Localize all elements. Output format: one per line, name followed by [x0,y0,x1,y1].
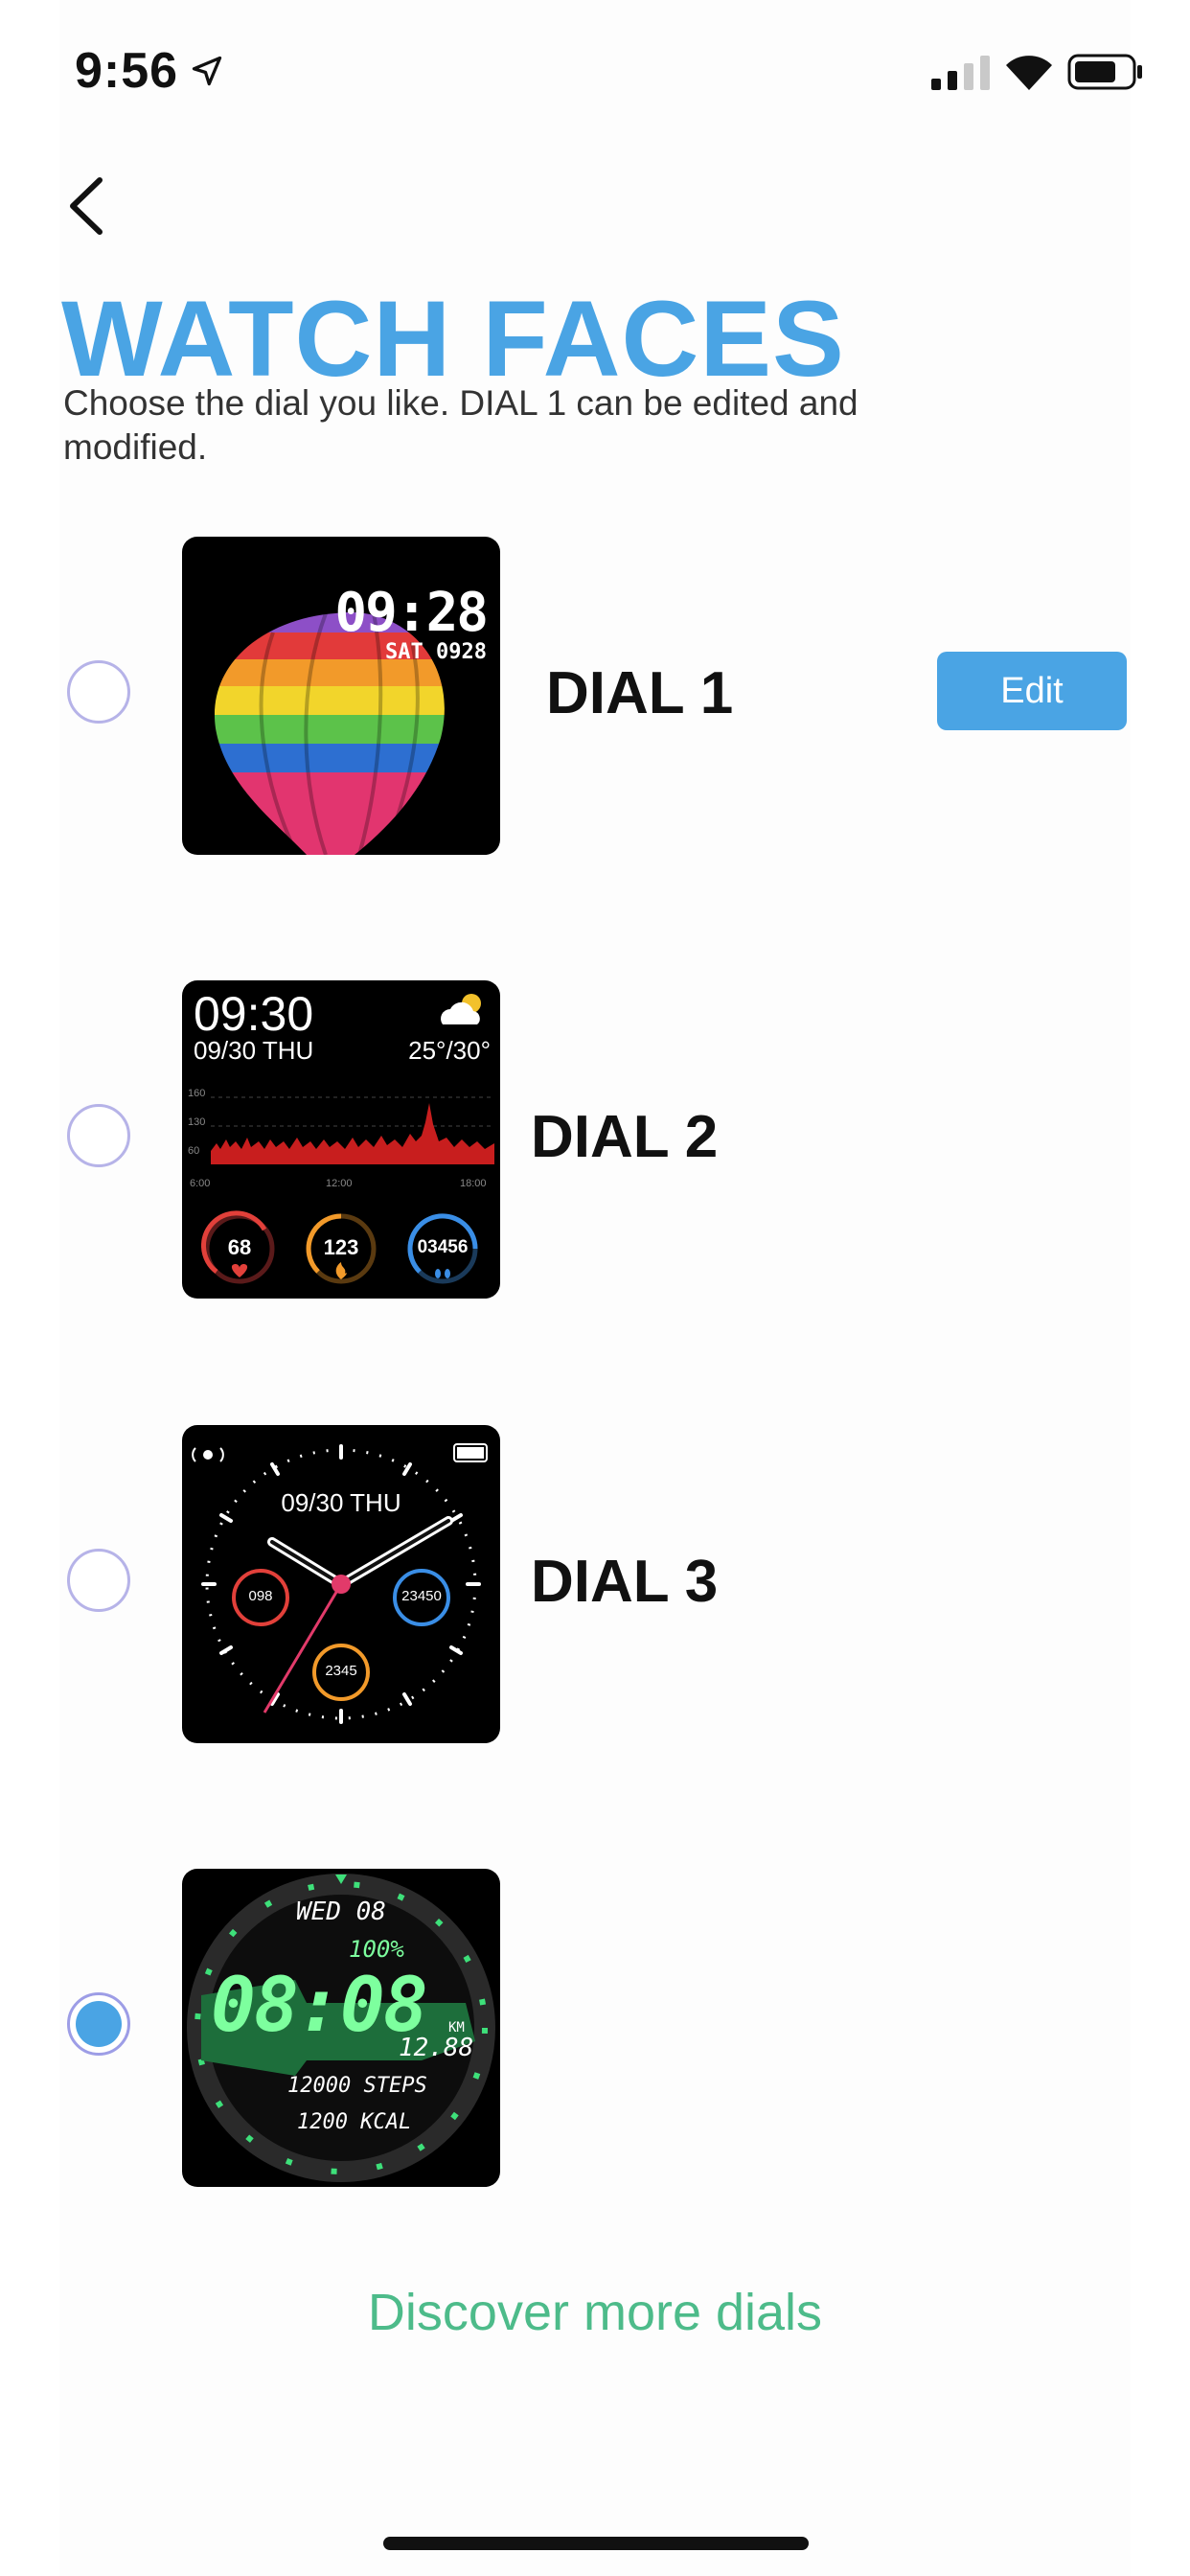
dial-3-radio[interactable] [67,1549,130,1612]
location-arrow-icon [192,56,222,86]
dial-2-date: 09/30 THU [194,1036,314,1065]
y-tick-160: 160 [188,1088,206,1099]
dial-2-radio[interactable] [67,1104,130,1167]
dial-3-calories-value: 2345 [325,1663,357,1679]
cellular-signal-icon [931,56,990,90]
dial-1-thumbnail[interactable]: 09:28 SAT 0928 [182,537,500,855]
battery-icon [1067,54,1142,90]
dial-3-label: DIAL 3 [531,1549,719,1615]
y-tick-60: 60 [188,1145,200,1157]
x-tick-12: 12:00 [326,1178,353,1189]
dial-4-distance: 12.88 [399,2034,474,2062]
dial-4-time: 08:08 [211,1963,428,2049]
x-tick-6: 6:00 [190,1178,211,1189]
dial-1-time: 09:28 [334,582,489,644]
home-indicator [383,2537,809,2550]
dial-1-label: DIAL 1 [546,660,734,726]
dial-4-kcal: 1200 KCAL [297,2110,412,2134]
heart-rate-graph [211,1096,494,1164]
dial-2-calories-value: 123 [323,1235,359,1259]
y-tick-130: 130 [188,1116,206,1128]
back-chevron-icon[interactable] [59,172,113,240]
analog-clock-face [192,1443,488,1724]
dial-3-steps-value: 23450 [401,1588,442,1604]
dial-4-steps: 12000 STEPS [287,2074,427,2098]
dial-4-battery: 100% [349,1936,404,1963]
dial-1-date: SAT 0928 [385,640,487,664]
page-subtitle: Choose the dial you like. DIAL 1 can be … [63,383,858,467]
dial-2-thumbnail[interactable]: 09:30 09/30 THU 25°/30° 160 130 60 6:00 … [182,980,500,1299]
weather-cloud-sun-icon [441,994,481,1024]
dial-4-radio[interactable] [67,1992,130,2056]
dial-3-heart-value: 098 [248,1588,273,1604]
dial-2-time: 09:30 [194,987,314,1041]
dial-2-heart-value: 68 [227,1235,252,1259]
dial-1-radio[interactable] [67,660,130,724]
dial-4-day: WED 08 [296,1898,386,1926]
dial-2-label: DIAL 2 [531,1104,719,1170]
page-title: WATCH FACES [61,279,845,399]
discover-more-dials-link[interactable]: Discover more dials [0,2283,1190,2342]
x-tick-18: 18:00 [460,1178,487,1189]
dial-3-thumbnail[interactable]: 09/30 THU 098 23450 2345 [182,1425,500,1743]
dial-2-temperature: 25°/30° [408,1036,491,1065]
dial-3-date: 09/30 THU [281,1488,401,1517]
dial-4-thumbnail[interactable]: WED 08 100% 08:08 KM 12.88 12000 STEPS 1… [182,1869,500,2187]
dial-2-steps-value: 03456 [417,1237,469,1257]
wifi-icon [1006,56,1052,90]
status-time: 9:56 [75,43,179,99]
edit-button[interactable]: Edit [937,652,1127,730]
